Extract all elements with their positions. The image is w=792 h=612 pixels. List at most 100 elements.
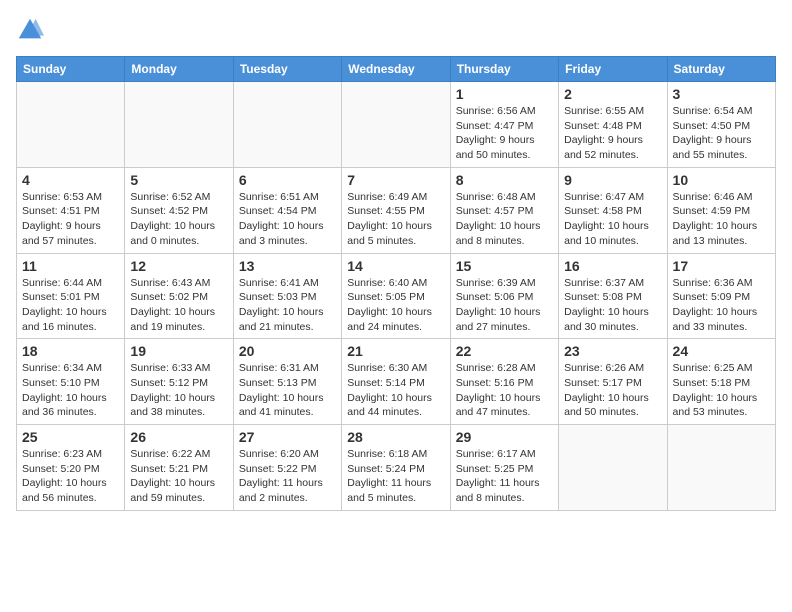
day-number: 11: [22, 258, 119, 274]
calendar-day-cell: 24 Sunrise: 6:25 AM Sunset: 5:18 PM Dayli…: [667, 339, 775, 425]
day-of-week-header: Thursday: [450, 57, 558, 82]
day-of-week-header: Sunday: [17, 57, 125, 82]
day-info: Sunrise: 6:44 AM Sunset: 5:01 PM Dayligh…: [22, 276, 119, 335]
calendar-day-cell: 2Sunrise: 6:55 AM Sunset: 4:48 PM Daylig…: [559, 82, 667, 168]
calendar-day-cell: 28 Sunrise: 6:18 AM Sunset: 5:24 PM Dayli…: [342, 425, 450, 511]
day-info: Sunrise: 6:56 AM Sunset: 4:47 PM Dayligh…: [456, 104, 553, 163]
day-number: 27: [239, 429, 336, 445]
day-number: 26: [130, 429, 227, 445]
day-number: 19: [130, 343, 227, 359]
calendar-day-cell: 14 Sunrise: 6:40 AM Sunset: 5:05 PM Dayli…: [342, 253, 450, 339]
day-number: 14: [347, 258, 444, 274]
calendar-day-cell: 15 Sunrise: 6:39 AM Sunset: 5:06 PM Dayli…: [450, 253, 558, 339]
day-number: 15: [456, 258, 553, 274]
day-info: Sunrise: 6:20 AM Sunset: 5:22 PM Dayligh…: [239, 447, 336, 506]
calendar-day-cell: 4 Sunrise: 6:53 AM Sunset: 4:51 PM Daylig…: [17, 167, 125, 253]
calendar-day-cell: 18 Sunrise: 6:34 AM Sunset: 5:10 PM Dayli…: [17, 339, 125, 425]
day-number: 16: [564, 258, 661, 274]
day-of-week-header: Friday: [559, 57, 667, 82]
day-info: Sunrise: 6:33 AM Sunset: 5:12 PM Dayligh…: [130, 361, 227, 420]
calendar-day-cell: [125, 82, 233, 168]
day-info: Sunrise: 6:34 AM Sunset: 5:10 PM Dayligh…: [22, 361, 119, 420]
page-header: [16, 16, 776, 44]
day-info: Sunrise: 6:25 AM Sunset: 5:18 PM Dayligh…: [673, 361, 770, 420]
day-number: 24: [673, 343, 770, 359]
day-number: 29: [456, 429, 553, 445]
day-info: Sunrise: 6:36 AM Sunset: 5:09 PM Dayligh…: [673, 276, 770, 335]
calendar-week-row: 25Sunrise: 6:23 AM Sunset: 5:20 PM Dayli…: [17, 425, 776, 511]
calendar-day-cell: 5 Sunrise: 6:52 AM Sunset: 4:52 PM Daylig…: [125, 167, 233, 253]
calendar-day-cell: 22 Sunrise: 6:28 AM Sunset: 5:16 PM Dayli…: [450, 339, 558, 425]
calendar-table: SundayMondayTuesdayWednesdayThursdayFrid…: [16, 56, 776, 511]
day-number: 28: [347, 429, 444, 445]
calendar-week-row: 18 Sunrise: 6:34 AM Sunset: 5:10 PM Dayli…: [17, 339, 776, 425]
day-info: Sunrise: 6:51 AM Sunset: 4:54 PM Dayligh…: [239, 190, 336, 249]
day-info: Sunrise: 6:18 AM Sunset: 5:24 PM Dayligh…: [347, 447, 444, 506]
calendar-day-cell: 26 Sunrise: 6:22 AM Sunset: 5:21 PM Dayli…: [125, 425, 233, 511]
calendar-day-cell: 3 Sunrise: 6:54 AM Sunset: 4:50 PM Daylig…: [667, 82, 775, 168]
day-number: 8: [456, 172, 553, 188]
day-info: Sunrise: 6:46 AM Sunset: 4:59 PM Dayligh…: [673, 190, 770, 249]
day-info: Sunrise: 6:17 AM Sunset: 5:25 PM Dayligh…: [456, 447, 553, 506]
day-info: Sunrise: 6:53 AM Sunset: 4:51 PM Dayligh…: [22, 190, 119, 249]
logo: [16, 16, 48, 44]
day-info: Sunrise: 6:26 AM Sunset: 5:17 PM Dayligh…: [564, 361, 661, 420]
calendar-day-cell: 9Sunrise: 6:47 AM Sunset: 4:58 PM Daylig…: [559, 167, 667, 253]
day-number: 5: [130, 172, 227, 188]
calendar-day-cell: 19 Sunrise: 6:33 AM Sunset: 5:12 PM Dayli…: [125, 339, 233, 425]
day-number: 25: [22, 429, 119, 445]
calendar-day-cell: 1 Sunrise: 6:56 AM Sunset: 4:47 PM Daylig…: [450, 82, 558, 168]
day-number: 23: [564, 343, 661, 359]
calendar-day-cell: 6 Sunrise: 6:51 AM Sunset: 4:54 PM Daylig…: [233, 167, 341, 253]
calendar-day-cell: 16 Sunrise: 6:37 AM Sunset: 5:08 PM Dayli…: [559, 253, 667, 339]
calendar-day-cell: 29 Sunrise: 6:17 AM Sunset: 5:25 PM Dayli…: [450, 425, 558, 511]
day-info: Sunrise: 6:39 AM Sunset: 5:06 PM Dayligh…: [456, 276, 553, 335]
day-number: 4: [22, 172, 119, 188]
calendar-day-cell: 23 Sunrise: 6:26 AM Sunset: 5:17 PM Dayli…: [559, 339, 667, 425]
calendar-day-cell: 8 Sunrise: 6:48 AM Sunset: 4:57 PM Daylig…: [450, 167, 558, 253]
day-of-week-header: Tuesday: [233, 57, 341, 82]
calendar-day-cell: [667, 425, 775, 511]
day-number: 3: [673, 86, 770, 102]
day-info: Sunrise: 6:48 AM Sunset: 4:57 PM Dayligh…: [456, 190, 553, 249]
day-of-week-header: Wednesday: [342, 57, 450, 82]
calendar-day-cell: [559, 425, 667, 511]
calendar-day-cell: [342, 82, 450, 168]
calendar-day-cell: [17, 82, 125, 168]
day-info: Sunrise: 6:40 AM Sunset: 5:05 PM Dayligh…: [347, 276, 444, 335]
day-number: 1: [456, 86, 553, 102]
calendar-day-cell: [233, 82, 341, 168]
calendar-day-cell: 11 Sunrise: 6:44 AM Sunset: 5:01 PM Dayli…: [17, 253, 125, 339]
day-of-week-header: Monday: [125, 57, 233, 82]
day-number: 20: [239, 343, 336, 359]
day-number: 13: [239, 258, 336, 274]
day-number: 17: [673, 258, 770, 274]
day-info: Sunrise: 6:37 AM Sunset: 5:08 PM Dayligh…: [564, 276, 661, 335]
day-info: Sunrise: 6:43 AM Sunset: 5:02 PM Dayligh…: [130, 276, 227, 335]
calendar-day-cell: 7 Sunrise: 6:49 AM Sunset: 4:55 PM Daylig…: [342, 167, 450, 253]
calendar-day-cell: 25Sunrise: 6:23 AM Sunset: 5:20 PM Dayli…: [17, 425, 125, 511]
day-info: Sunrise: 6:22 AM Sunset: 5:21 PM Dayligh…: [130, 447, 227, 506]
day-info: Sunrise: 6:30 AM Sunset: 5:14 PM Dayligh…: [347, 361, 444, 420]
day-info: Sunrise: 6:52 AM Sunset: 4:52 PM Dayligh…: [130, 190, 227, 249]
calendar-day-cell: 20Sunrise: 6:31 AM Sunset: 5:13 PM Dayli…: [233, 339, 341, 425]
day-info: Sunrise: 6:54 AM Sunset: 4:50 PM Dayligh…: [673, 104, 770, 163]
calendar-week-row: 11 Sunrise: 6:44 AM Sunset: 5:01 PM Dayli…: [17, 253, 776, 339]
day-number: 10: [673, 172, 770, 188]
calendar-week-row: 1 Sunrise: 6:56 AM Sunset: 4:47 PM Daylig…: [17, 82, 776, 168]
day-info: Sunrise: 6:49 AM Sunset: 4:55 PM Dayligh…: [347, 190, 444, 249]
day-info: Sunrise: 6:55 AM Sunset: 4:48 PM Dayligh…: [564, 104, 661, 163]
day-number: 18: [22, 343, 119, 359]
logo-icon: [16, 16, 44, 44]
day-number: 22: [456, 343, 553, 359]
calendar-day-cell: 10 Sunrise: 6:46 AM Sunset: 4:59 PM Dayli…: [667, 167, 775, 253]
day-info: Sunrise: 6:28 AM Sunset: 5:16 PM Dayligh…: [456, 361, 553, 420]
calendar-header-row: SundayMondayTuesdayWednesdayThursdayFrid…: [17, 57, 776, 82]
day-number: 6: [239, 172, 336, 188]
calendar-day-cell: 27 Sunrise: 6:20 AM Sunset: 5:22 PM Dayli…: [233, 425, 341, 511]
calendar-day-cell: 12 Sunrise: 6:43 AM Sunset: 5:02 PM Dayli…: [125, 253, 233, 339]
calendar-day-cell: 21Sunrise: 6:30 AM Sunset: 5:14 PM Dayli…: [342, 339, 450, 425]
day-number: 7: [347, 172, 444, 188]
day-number: 12: [130, 258, 227, 274]
calendar-day-cell: 13Sunrise: 6:41 AM Sunset: 5:03 PM Dayli…: [233, 253, 341, 339]
